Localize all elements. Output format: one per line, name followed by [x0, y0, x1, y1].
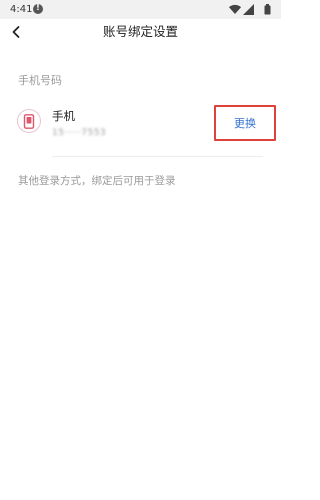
header: 账号绑定设置	[0, 19, 281, 48]
phone-title: 手机	[52, 109, 75, 123]
phone-icon-badge	[17, 109, 41, 133]
phone-number: 15·····7553	[52, 128, 107, 138]
cell-signal-icon	[243, 4, 254, 15]
other-login-hint: 其他登录方式，绑定后可用于登录	[18, 175, 176, 187]
phone-binding-row: 手机 15·····7553 更换	[0, 100, 281, 148]
change-phone-label: 更换	[234, 117, 256, 130]
phone-section-label: 手机号码	[18, 74, 62, 87]
status-bar: 4:41	[0, 0, 281, 19]
page-title: 账号绑定设置	[102, 24, 178, 39]
alert-icon	[33, 3, 43, 14]
wifi-icon	[229, 4, 241, 15]
status-time: 4:41	[10, 4, 33, 15]
battery-icon	[264, 4, 271, 15]
phone-icon	[23, 114, 35, 129]
change-phone-button[interactable]: 更换	[214, 105, 276, 141]
divider	[52, 156, 263, 157]
